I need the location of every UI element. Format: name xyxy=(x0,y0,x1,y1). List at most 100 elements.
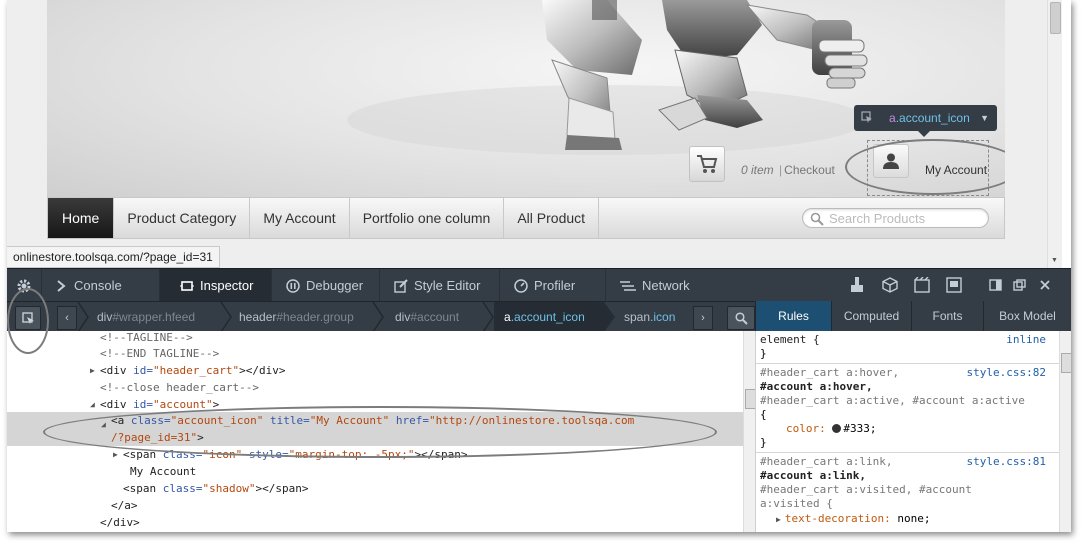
markup-attr: class= xyxy=(162,482,203,495)
rule-selector: #header_cart a:active, #account a:active xyxy=(760,394,1025,407)
tab-network[interactable]: Network xyxy=(605,269,709,302)
dock-side-icon[interactable] xyxy=(989,279,1002,291)
markup-line[interactable]: <!--END TAGLINE--> xyxy=(7,345,743,362)
separate-window-icon[interactable] xyxy=(1013,279,1026,291)
search-input[interactable]: Search Products xyxy=(802,208,989,228)
rules-scrollbar-thumb[interactable] xyxy=(1061,353,1071,373)
property-name: color: xyxy=(786,422,826,435)
3d-view-icon[interactable] xyxy=(882,277,898,293)
rule-selector: a:visited { xyxy=(760,497,833,510)
rule-divider xyxy=(756,363,1060,364)
crumb-id: #wrapper.hfeed xyxy=(112,310,196,324)
tooltip-class: .account_icon xyxy=(895,111,970,125)
markup-line[interactable]: <span class="shadow"></span> xyxy=(7,480,743,497)
property-name: text-decoration: xyxy=(784,512,891,525)
page-scrollbar[interactable]: ▼ xyxy=(1047,0,1062,268)
breadcrumb-scroll-right-button[interactable]: › xyxy=(693,306,713,330)
breadcrumb-header[interactable]: header#header.group xyxy=(239,302,354,332)
rules-scrollbar[interactable] xyxy=(1059,331,1071,532)
scratchpad-icon[interactable] xyxy=(914,277,930,293)
checkout-link[interactable]: Checkout xyxy=(784,163,835,177)
expand-triangle-icon[interactable]: ▶ xyxy=(90,362,95,379)
markup-line[interactable]: My Account xyxy=(7,463,743,480)
cart-summary[interactable]: 0 item | Checkout xyxy=(741,163,835,177)
tab-fonts[interactable]: Fonts xyxy=(911,301,983,331)
markup-line[interactable]: <!--TAGLINE--> xyxy=(7,331,743,346)
sidebar-tabs: Rules Computed Fonts Box Model xyxy=(755,301,1071,331)
devtools-panel: Console Inspector Debugger Style Editor … xyxy=(7,268,1071,532)
markup-tag: <div xyxy=(100,398,134,411)
crumb-tag: header xyxy=(239,310,277,324)
markup-comment: <!--END TAGLINE--> xyxy=(100,347,220,360)
expand-triangle-icon[interactable]: ▶ xyxy=(776,515,781,524)
tab-console-label: Console xyxy=(74,278,122,293)
markup-line[interactable]: </div> xyxy=(7,514,743,531)
rule-declaration[interactable]: color: #333; xyxy=(786,422,877,436)
markup-line[interactable]: ▶ <div id="header_cart"></div> xyxy=(7,362,743,379)
tab-box-model[interactable]: Box Model xyxy=(983,301,1071,331)
page-scrollbar-thumb[interactable] xyxy=(1050,2,1061,34)
crumb-id: #account xyxy=(410,310,460,324)
rule-close-brace: } xyxy=(760,436,767,449)
markup-tag: <div xyxy=(100,364,134,377)
breadcrumb-separator-icon xyxy=(77,302,89,332)
crumb-tag: div xyxy=(395,310,411,324)
breadcrumb-span-icon[interactable]: span.icon xyxy=(624,302,675,332)
markup-comment: <!--TAGLINE--> xyxy=(100,331,193,344)
crumb-tag: a xyxy=(504,310,511,324)
paintflashing-icon[interactable] xyxy=(850,277,864,293)
markup-value: "header_cart" xyxy=(153,364,240,377)
rule-declaration[interactable]: ▶ text-decoration: none; xyxy=(776,512,931,526)
tab-rules[interactable]: Rules xyxy=(755,301,831,331)
rule-open-brace: { xyxy=(760,408,767,421)
rule-source[interactable]: style.css:82 xyxy=(967,366,1046,380)
breadcrumb-scroll-left-button[interactable]: ‹ xyxy=(57,306,77,330)
crumb-id: #header.group xyxy=(276,310,354,324)
rule-divider xyxy=(756,452,1060,453)
devtools-toolbar: Console Inspector Debugger Style Editor … xyxy=(7,268,1071,302)
breadcrumb-separator-icon xyxy=(482,302,494,332)
nav-item-product-category[interactable]: Product Category xyxy=(114,198,251,238)
tab-profiler[interactable]: Profiler xyxy=(499,269,605,302)
tab-debugger[interactable]: Debugger xyxy=(271,269,379,302)
markup-tag: ></span> xyxy=(255,482,309,495)
rule-selector: element { xyxy=(760,333,820,346)
tab-style-editor[interactable]: Style Editor xyxy=(379,269,499,302)
markup-search-button[interactable] xyxy=(727,306,755,330)
nav-item-portfolio[interactable]: Portfolio one column xyxy=(350,198,505,238)
search-icon xyxy=(734,311,748,325)
breadcrumb-div-wrapper[interactable]: div#wrapper.hfeed xyxy=(97,302,195,332)
network-icon xyxy=(620,280,636,291)
pointer-icon xyxy=(861,110,873,126)
tab-inspector[interactable]: Inspector xyxy=(159,269,271,302)
tab-computed[interactable]: Computed xyxy=(831,301,911,331)
rule-source[interactable]: inline xyxy=(1006,333,1046,347)
responsive-mode-icon[interactable] xyxy=(946,277,962,293)
cart-button[interactable] xyxy=(689,146,725,182)
search-placeholder: Search Products xyxy=(829,211,926,226)
color-swatch-icon[interactable] xyxy=(832,424,842,433)
markup-line[interactable]: </a> xyxy=(7,497,743,514)
scroll-down-arrow-icon[interactable]: ▼ xyxy=(1051,257,1058,264)
nav-item-my-account[interactable]: My Account xyxy=(250,198,350,238)
tab-console[interactable]: Console xyxy=(41,269,159,302)
nav-item-home[interactable]: Home xyxy=(48,198,115,238)
console-icon xyxy=(57,279,66,292)
rule-selector: #header_cart a:visited, #account xyxy=(760,483,972,496)
breadcrumb-a-account-icon[interactable]: a.account_icon xyxy=(494,302,604,332)
debugger-icon xyxy=(286,278,300,293)
tab-profiler-label: Profiler xyxy=(534,278,576,293)
markup-tag: </div> xyxy=(100,516,140,529)
close-icon[interactable] xyxy=(1039,279,1051,291)
rule-source[interactable]: style.css:81 xyxy=(967,455,1046,469)
markup-line[interactable]: <!--close header_cart--> xyxy=(7,379,743,396)
breadcrumb-separator-icon xyxy=(604,302,615,332)
markup-value: "shadow" xyxy=(202,482,256,495)
expand-triangle-icon[interactable]: ▶ xyxy=(113,446,118,463)
nav-item-all-product[interactable]: All Product xyxy=(504,198,600,238)
breadcrumb-div-account[interactable]: div#account xyxy=(395,302,459,332)
dropdown-arrow-icon[interactable]: ▼ xyxy=(980,113,989,123)
rule-selector-matched: #account a:link, xyxy=(760,469,866,482)
collapse-triangle-icon[interactable]: ◢ xyxy=(90,396,95,413)
rules-view: element { inline } #header_cart a:hover,… xyxy=(755,331,1060,532)
